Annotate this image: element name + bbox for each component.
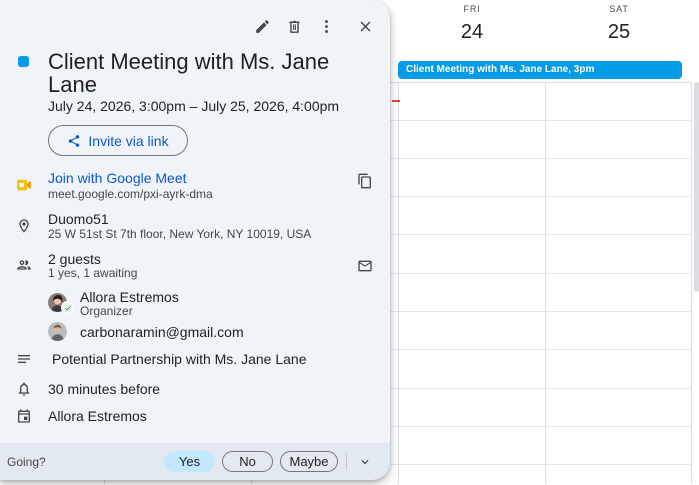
join-meet-link[interactable]: Join with Google Meet [48,170,187,186]
delete-event-button[interactable] [283,15,305,37]
guest-name[interactable]: Allora Estremos [80,289,179,305]
divider [346,454,347,470]
email-guests-button[interactable] [355,256,375,276]
day-divider [398,82,399,484]
event-datetime: July 24, 2026, 3:00pm – July 25, 2026, 4… [48,98,340,114]
guest-name[interactable]: carbonaramin@gmail.com [80,324,244,340]
more-options-button[interactable] [315,15,337,37]
scrollbar[interactable] [694,82,699,292]
day-header-fri[interactable]: FRI 24 [399,0,545,44]
rsvp-maybe-button[interactable]: Maybe [280,451,338,472]
bell-icon [18,382,30,396]
day-header-sat[interactable]: SAT 25 [546,0,692,44]
calendar-owner: Allora Estremos [48,408,147,424]
location-name: Duomo51 [48,211,109,227]
rsvp-yes-button[interactable]: Yes [164,451,215,472]
accepted-check-icon [61,301,74,314]
invite-label: Invite via link [88,132,169,149]
day-name: SAT [609,4,629,14]
copy-meet-link-button[interactable] [355,171,375,191]
more-vert-icon [324,19,328,33]
video-row-icon [15,176,33,194]
google-meet-icon [17,179,31,191]
day-number[interactable]: 25 [546,21,692,44]
event-color-indicator [18,56,29,67]
avatar-photo [48,322,67,341]
event-title: Client Meeting with Ms. Jane Lane [48,49,330,97]
close-icon [360,21,370,31]
pencil-icon [255,19,269,33]
day-divider [545,82,546,484]
day-number[interactable]: 24 [399,21,545,44]
mail-icon [358,260,372,272]
guest-count: 2 guests [48,251,101,267]
rsvp-footer: Going? Yes No Maybe [0,443,390,480]
guests-row-icon [15,256,33,274]
guest-avatar[interactable] [48,322,67,341]
calendar-row-icon [15,407,33,425]
reminder-text: 30 minutes before [48,381,161,397]
guest-status: 1 yes, 1 awaiting [48,266,138,280]
description-row-icon [15,350,33,368]
day-divider [691,82,692,484]
trash-icon [289,20,299,33]
meet-url: meet.google.com/pxi-ayrk-dma [48,187,213,201]
rsvp-options-button[interactable] [355,452,375,472]
event-description: Potential Partnership with Ms. Jane Lane [52,351,307,367]
calendar-icon [18,409,30,423]
location-row-icon [15,217,33,235]
reminder-row-icon [15,380,33,398]
guest-role: Organizer [80,304,133,318]
current-time-indicator [392,100,400,102]
day-name: FRI [463,4,481,14]
location-address: 25 W 51st St 7th floor, New York, NY 100… [48,227,312,241]
people-icon [17,260,31,270]
join-meet-label[interactable]: Join with Google Meet [48,170,187,186]
chevron-down-icon [361,460,369,465]
location-pin-icon [19,219,29,233]
check-icon [64,305,71,310]
invite-via-link-button[interactable]: Invite via link [48,125,188,156]
notes-icon [18,355,30,363]
rsvp-no-button[interactable]: No [222,451,273,472]
copy-icon [358,173,371,189]
going-label: Going? [7,455,46,469]
share-icon [69,134,80,147]
event-chip[interactable]: Client Meeting with Ms. Jane Lane, 3pm [398,61,682,79]
close-button[interactable] [354,15,376,37]
edit-event-button[interactable] [251,15,273,37]
event-details-popup: Client Meeting with Ms. Jane Lane July 2… [0,0,390,480]
